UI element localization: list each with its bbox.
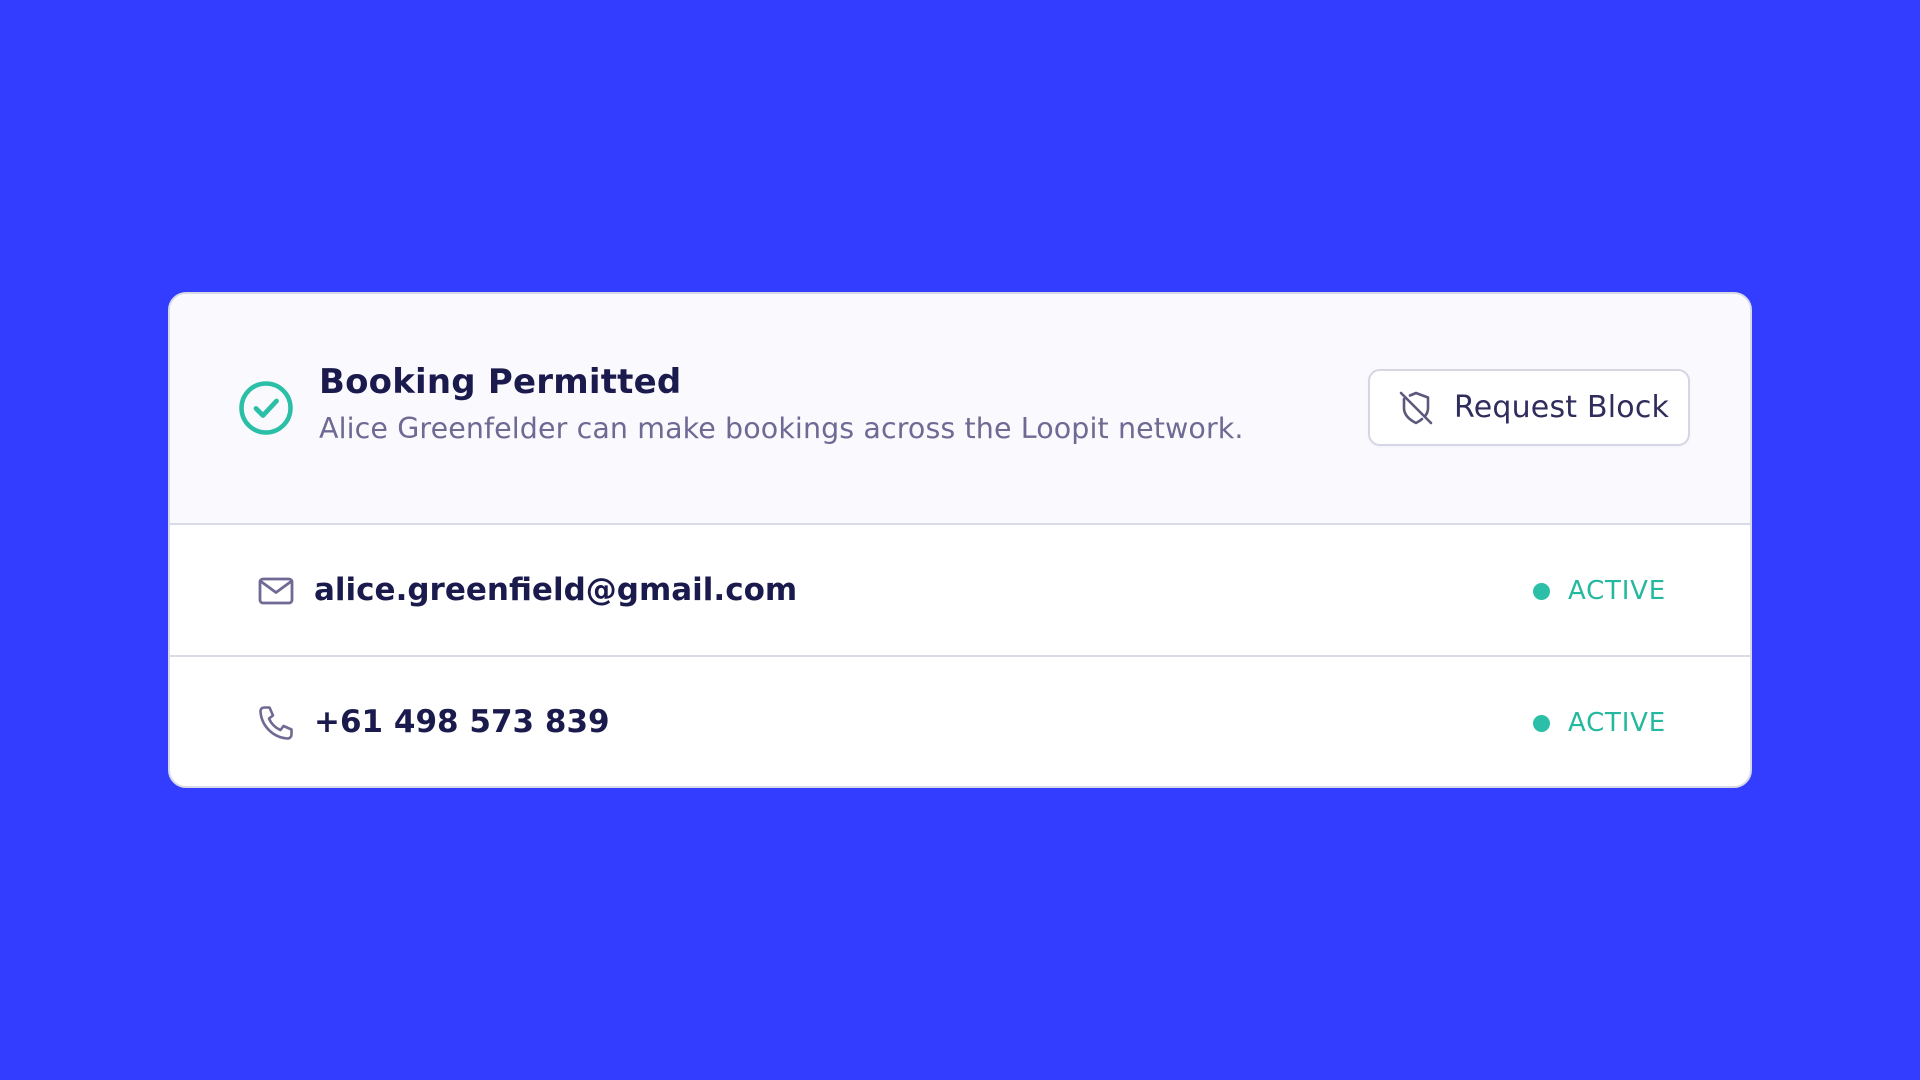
booking-status-title: Booking Permitted [319,362,682,402]
status-dot [1532,582,1550,600]
status-badge-label: ACTIVE [1567,708,1666,738]
contact-phone-value: +61 498 573 839 [314,704,610,740]
request-block-button[interactable]: Request Block [1368,369,1690,446]
shield-off-icon [1396,388,1436,428]
contact-email-value: alice.greenfield@gmail.com [314,572,798,608]
status-badge: ACTIVE [1532,705,1666,741]
booking-status-card: Booking Permitted Alice Greenfelder can … [168,292,1752,788]
booking-status-description: Alice Greenfelder can make bookings acro… [319,412,1244,445]
check-circle-icon [238,380,294,436]
contact-row-phone: +61 498 573 839 ACTIVE [170,657,1750,786]
booking-status-header: Booking Permitted Alice Greenfelder can … [170,294,1750,525]
request-block-label: Request Block [1454,390,1670,425]
status-badge-label: ACTIVE [1567,576,1666,606]
status-dot [1532,714,1550,732]
phone-icon [256,703,296,743]
status-badge: ACTIVE [1532,573,1666,609]
mail-icon [256,571,296,611]
contact-row-email: alice.greenfield@gmail.com ACTIVE [170,525,1750,657]
